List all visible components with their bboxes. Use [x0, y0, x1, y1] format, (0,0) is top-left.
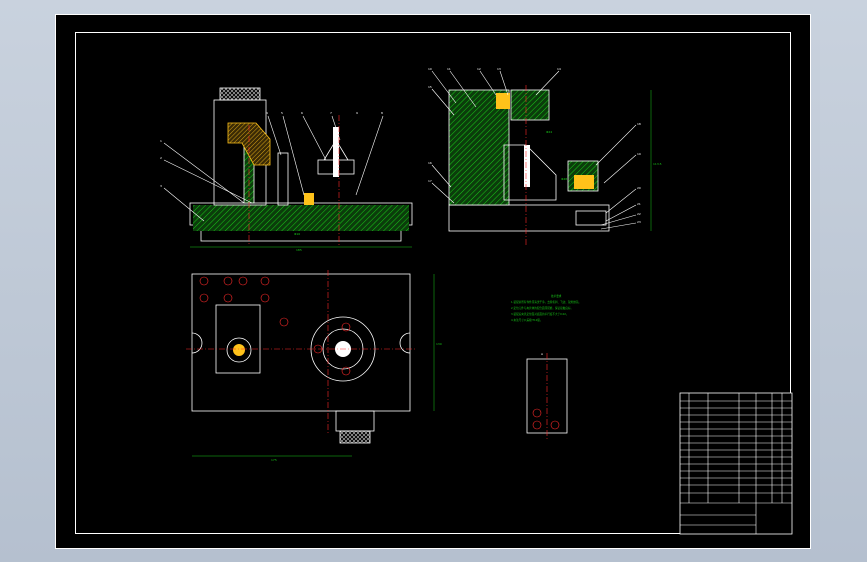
- side-vertical-dim-1: Φ24: [546, 130, 552, 134]
- side-part-21: 21: [637, 202, 641, 206]
- technical-notes: 技术要求 1.装配前所有零件须清洗干净，去除毛刺、飞边、锐角倒钝。 2.定位元件…: [511, 294, 581, 322]
- note-line-3: 3.装配后夹具定位面对底面的平行度不大于0.02。: [511, 312, 569, 316]
- front-part-8: 8: [381, 111, 383, 115]
- section-a-label: A: [541, 352, 544, 356]
- section-view-a: [526, 353, 568, 439]
- top-vertical-dimension: 130: [436, 342, 442, 346]
- front-part-7: 7: [330, 111, 332, 115]
- side-part-23: 23: [637, 220, 641, 224]
- side-view: [431, 70, 652, 245]
- front-part-9: 9: [356, 111, 358, 115]
- top-view: [186, 270, 435, 457]
- side-vertical-dim-2: Φ48: [561, 177, 567, 181]
- front-view: [163, 87, 413, 248]
- side-part-22: 22: [637, 212, 641, 216]
- cad-drawing: 1 2 3 4 5 6 7 8 9 185 Φ16 10 11 12 13 14…: [160, 67, 793, 535]
- side-part-10: 10: [428, 67, 432, 71]
- front-slot-dimension: Φ16: [294, 232, 300, 236]
- front-knob: [219, 87, 261, 101]
- side-part-15: 15: [428, 85, 432, 89]
- front-part-6: 6: [301, 111, 303, 115]
- top-horizontal-dimension: 175: [271, 458, 277, 462]
- side-base: [448, 204, 610, 232]
- side-height-dimension: 113.5: [653, 162, 662, 166]
- side-part-17: 17: [428, 179, 432, 183]
- front-part-1: 1: [160, 139, 162, 143]
- side-part-19: 19: [637, 152, 641, 156]
- front-base-dimension: 185: [296, 248, 302, 252]
- side-part-12: 12: [477, 67, 481, 71]
- side-part-13: 13: [497, 67, 501, 71]
- side-part-18: 18: [637, 122, 641, 126]
- side-part-16: 16: [428, 161, 432, 165]
- note-line-1: 1.装配前所有零件须清洗干净，去除毛刺、飞边、锐角倒钝。: [511, 300, 581, 304]
- front-part-5: 5: [281, 111, 283, 115]
- front-part-3: 3: [160, 184, 162, 188]
- front-part-2: 2: [160, 156, 162, 160]
- side-part-14: 14: [557, 67, 561, 71]
- note-line-4: 4.未注尺寸公差按IT12级。: [511, 318, 542, 322]
- drawing-sheet: 1 2 3 4 5 6 7 8 9 185 Φ16 10 11 12 13 14…: [55, 14, 811, 549]
- top-view-outline: [191, 273, 411, 412]
- side-part-11: 11: [447, 67, 451, 71]
- title-block: [679, 392, 793, 535]
- note-line-2: 2.定位元件与夹具体的配合面须研磨，保证接触良好。: [511, 306, 573, 310]
- notes-title: 技术要求: [551, 294, 562, 298]
- front-part-4: 4: [266, 111, 268, 115]
- side-part-20: 20: [637, 186, 641, 190]
